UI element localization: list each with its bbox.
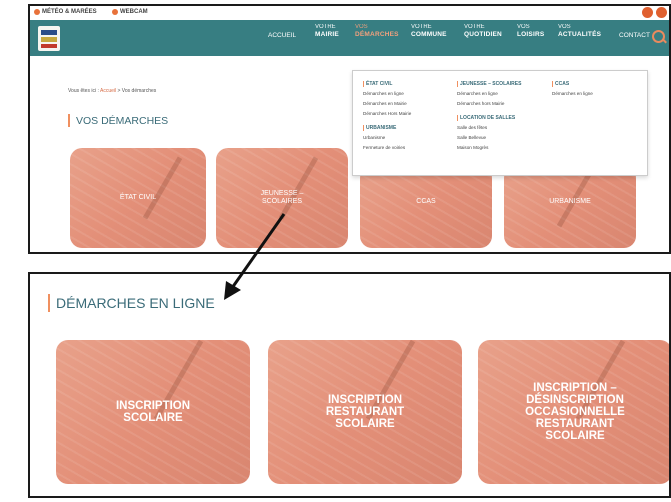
arrow-annotation — [224, 213, 286, 300]
